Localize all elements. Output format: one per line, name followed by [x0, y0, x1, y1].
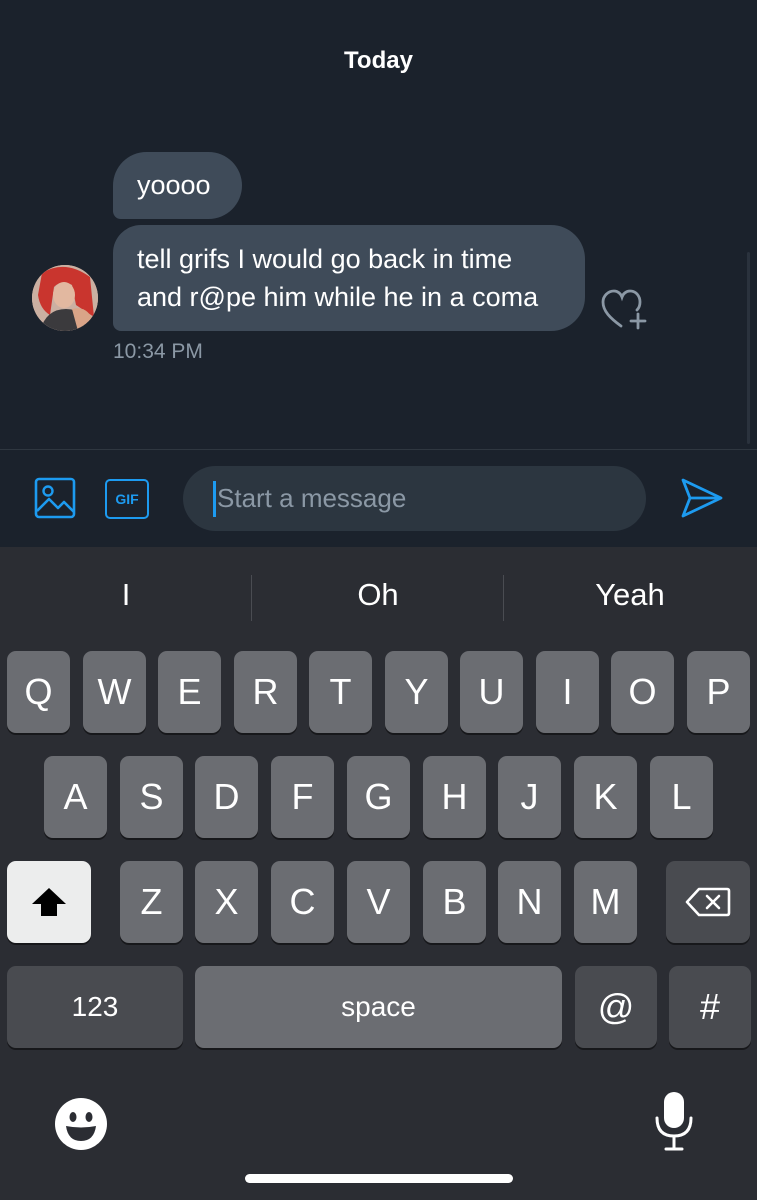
- emoji-icon[interactable]: [53, 1096, 109, 1152]
- key-m[interactable]: M: [574, 861, 637, 943]
- key-l[interactable]: L: [650, 756, 713, 838]
- space-key[interactable]: space: [195, 966, 562, 1048]
- key-i[interactable]: I: [536, 651, 599, 733]
- gif-label: GIF: [115, 491, 139, 507]
- key-z[interactable]: Z: [120, 861, 183, 943]
- key-a[interactable]: A: [44, 756, 107, 838]
- suggestion-2[interactable]: Oh: [252, 577, 504, 613]
- send-icon[interactable]: [680, 477, 724, 519]
- key-g[interactable]: G: [347, 756, 410, 838]
- key-v[interactable]: V: [347, 861, 410, 943]
- shift-icon: [32, 888, 66, 916]
- key-p[interactable]: P: [687, 651, 750, 733]
- conversation-panel: Today yoooo tell grifs I would go back i…: [0, 0, 757, 450]
- message-bubble[interactable]: tell grifs I would go back in time and r…: [113, 225, 585, 331]
- text-cursor: [213, 481, 216, 517]
- key-x[interactable]: X: [195, 861, 258, 943]
- message-placeholder: Start a message: [217, 483, 407, 513]
- key-f[interactable]: F: [271, 756, 334, 838]
- message-composer: GIF Start a message: [0, 450, 757, 547]
- message-timestamp: 10:34 PM: [113, 340, 203, 363]
- key-w[interactable]: W: [83, 651, 146, 733]
- shift-key[interactable]: [7, 861, 91, 943]
- key-o[interactable]: O: [611, 651, 674, 733]
- hash-key[interactable]: #: [669, 966, 751, 1048]
- key-b[interactable]: B: [423, 861, 486, 943]
- key-s[interactable]: S: [120, 756, 183, 838]
- key-u[interactable]: U: [460, 651, 523, 733]
- key-h[interactable]: H: [423, 756, 486, 838]
- avatar[interactable]: [32, 265, 98, 331]
- message-input[interactable]: Start a message: [183, 466, 646, 531]
- message-text: yoooo: [137, 170, 211, 200]
- home-indicator[interactable]: [245, 1174, 513, 1183]
- delete-key[interactable]: [666, 861, 750, 943]
- key-n[interactable]: N: [498, 861, 561, 943]
- microphone-icon[interactable]: [654, 1090, 694, 1152]
- at-key[interactable]: @: [575, 966, 657, 1048]
- key-t[interactable]: T: [309, 651, 372, 733]
- key-k[interactable]: K: [574, 756, 637, 838]
- gif-button[interactable]: GIF: [105, 479, 149, 519]
- key-e[interactable]: E: [158, 651, 221, 733]
- scrollbar[interactable]: [747, 252, 750, 444]
- suggestion-1[interactable]: I: [0, 577, 252, 613]
- date-separator: Today: [344, 47, 413, 74]
- message-text: tell grifs I would go back in time and r…: [137, 244, 539, 312]
- key-d[interactable]: D: [195, 756, 258, 838]
- image-icon[interactable]: [34, 477, 76, 519]
- heart-plus-icon[interactable]: [600, 288, 648, 332]
- key-q[interactable]: Q: [7, 651, 70, 733]
- numbers-key[interactable]: 123: [7, 966, 183, 1048]
- key-r[interactable]: R: [234, 651, 297, 733]
- key-y[interactable]: Y: [385, 651, 448, 733]
- suggestion-3[interactable]: Yeah: [504, 577, 756, 613]
- key-j[interactable]: J: [498, 756, 561, 838]
- key-c[interactable]: C: [271, 861, 334, 943]
- message-bubble[interactable]: yoooo: [113, 152, 242, 219]
- backspace-icon: [685, 887, 731, 917]
